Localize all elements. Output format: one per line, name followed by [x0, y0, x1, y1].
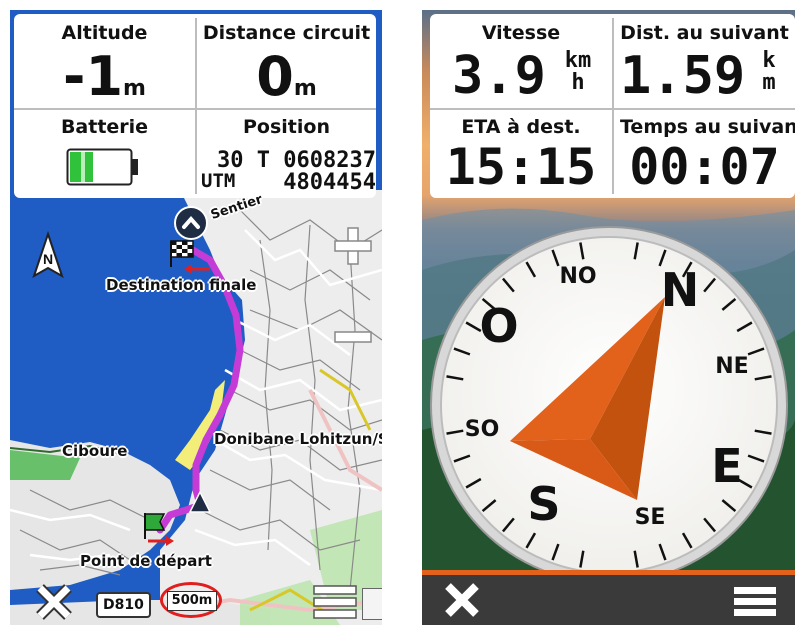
bottom-toolbar	[422, 570, 795, 625]
speed-value: 3.9	[452, 46, 546, 106]
zoom-out-button[interactable]	[328, 322, 376, 352]
altitude-field[interactable]: Altitude -1m	[14, 14, 195, 108]
close-icon	[36, 584, 72, 620]
north-arrow-icon: N	[32, 230, 64, 279]
position-line2: UTM 4804454	[201, 170, 376, 195]
menu-icon	[734, 587, 776, 616]
eta-label: ETA à dest.	[461, 116, 581, 138]
battery-icon	[66, 148, 138, 186]
speed-unit: km h	[564, 48, 592, 95]
compass-label-n: N	[661, 263, 700, 317]
close-button[interactable]	[34, 582, 74, 622]
start-arrow-icon	[148, 536, 174, 546]
map-label-destination: Destination finale	[106, 276, 257, 294]
menu-button[interactable]	[312, 582, 358, 622]
position-line1: 30 T 0608237	[217, 148, 376, 173]
altitude-label: Altitude	[61, 22, 148, 44]
compass-screen: Vitesse 3.9 km h Dist. au suivant 1.59 k…	[422, 10, 795, 625]
time-to-next-value: 00:07	[629, 138, 780, 196]
menu-button[interactable]	[734, 583, 776, 619]
altitude-value: -1m	[63, 45, 146, 108]
road-shield-d810: D810	[96, 592, 151, 618]
next-distance-unit: k m	[762, 48, 776, 95]
data-fields-panel: Altitude -1m Distance circuit 0m Batteri…	[14, 14, 376, 198]
scale-label: 500m	[167, 591, 217, 611]
map-screen: Altitude -1m Distance circuit 0m Batteri…	[10, 10, 382, 625]
current-position-icon	[188, 490, 212, 513]
time-to-next-label: Temps au suivan	[620, 116, 795, 138]
svg-text:N: N	[43, 251, 53, 267]
time-to-next-field[interactable]: Temps au suivan 00:07	[614, 110, 795, 198]
speed-label: Vitesse	[481, 22, 561, 44]
north-indicator[interactable]: N	[30, 230, 66, 280]
compass-label-e: E	[711, 439, 742, 493]
zoom-in-button[interactable]	[328, 222, 376, 270]
next-distance-value: 1.59	[620, 46, 746, 106]
close-button[interactable]	[442, 580, 482, 620]
compass-label-s: S	[527, 477, 560, 531]
battery-label: Batterie	[60, 116, 149, 138]
distance-value: 0m	[256, 45, 317, 108]
compass-label-o: O	[479, 299, 518, 353]
map-label-ciboure: Ciboure	[62, 442, 128, 460]
data-fields-panel: Vitesse 3.9 km h Dist. au suivant 1.59 k…	[430, 14, 795, 198]
next-distance-field[interactable]: Dist. au suivant 1.59 k m	[614, 14, 795, 108]
speed-field[interactable]: Vitesse 3.9 km h	[430, 14, 612, 108]
distance-label: Distance circuit	[202, 22, 371, 44]
close-icon	[445, 583, 479, 617]
map-label-donibane: Donibane Lohitzun/St J	[214, 430, 382, 448]
collapse-fields-button[interactable]	[174, 206, 208, 240]
map-label-start: Point de départ	[80, 552, 212, 570]
nav-tab-button[interactable]	[362, 588, 382, 620]
chevron-up-icon	[182, 215, 200, 229]
distance-field[interactable]: Distance circuit 0m	[197, 14, 376, 108]
battery-field[interactable]: Batterie	[14, 110, 195, 198]
menu-icon	[313, 585, 357, 619]
position-field[interactable]: Position 30 T 0608237 UTM 4804454	[197, 110, 376, 198]
plus-icon	[334, 227, 372, 265]
eta-field[interactable]: ETA à dest. 15:15	[430, 110, 612, 198]
compass-label-ne: NE	[715, 354, 748, 379]
compass-label-se: SE	[635, 505, 666, 530]
scale-indicator: 500m	[160, 582, 222, 618]
minus-icon	[334, 331, 372, 343]
compass-label-no: NO	[559, 264, 596, 289]
position-label: Position	[243, 116, 330, 138]
turn-arrow-icon	[184, 264, 210, 274]
compass-dial: N NE E SE S SO O NO	[430, 226, 788, 584]
eta-value: 15:15	[445, 138, 597, 196]
next-distance-label: Dist. au suivant	[620, 22, 789, 44]
compass-label-so: SO	[465, 417, 500, 442]
